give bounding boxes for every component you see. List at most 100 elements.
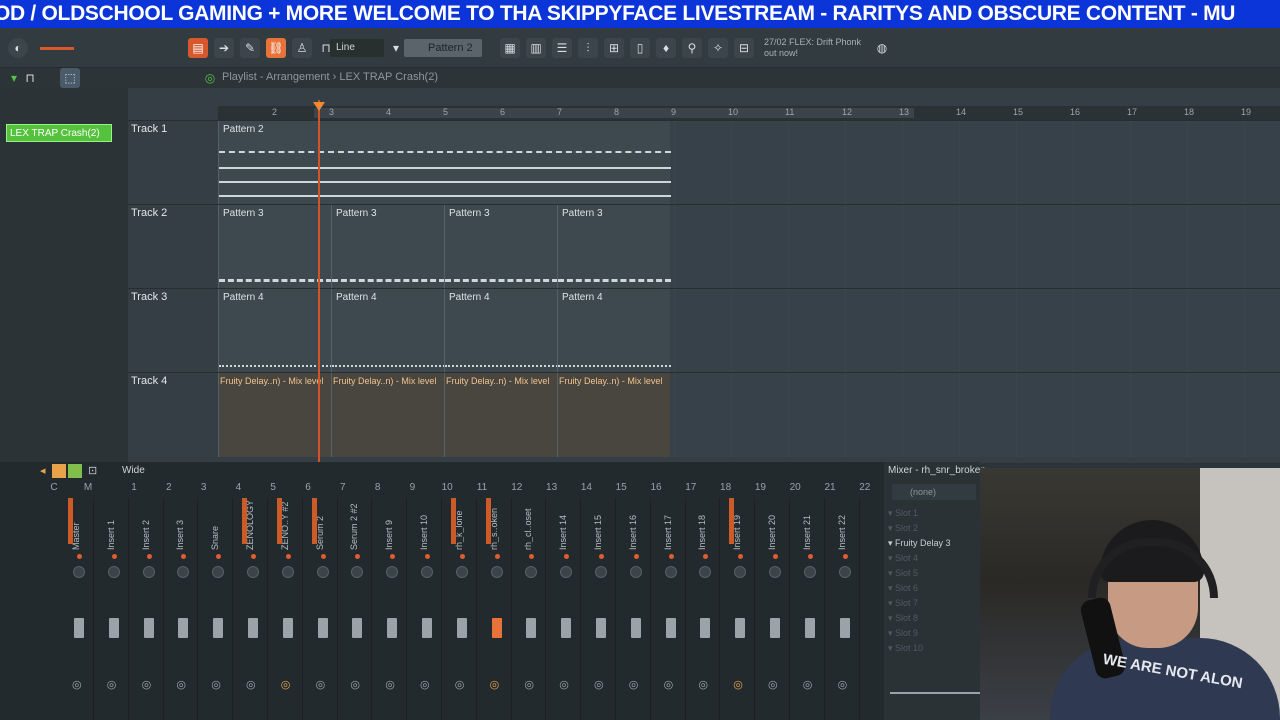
- mixer-channel[interactable]: Insert 16 ◎: [621, 498, 651, 720]
- mixer-channel[interactable]: Insert 21 ◎: [795, 498, 825, 720]
- effect-slot[interactable]: ▾ Fruity Delay 3: [888, 538, 951, 549]
- volume-fader[interactable]: [596, 618, 606, 638]
- effect-slot[interactable]: ▾ Slot 6: [888, 583, 918, 594]
- insert-number[interactable]: 4: [228, 482, 248, 493]
- volume-fader[interactable]: [317, 618, 328, 638]
- mute-led-icon[interactable]: [355, 554, 361, 559]
- master-volume-knob-icon[interactable]: ◐: [8, 38, 28, 58]
- insert-number[interactable]: 21: [820, 482, 840, 493]
- volume-fader[interactable]: [630, 618, 641, 638]
- pattern-clip[interactable]: Pattern 3: [331, 205, 445, 289]
- volume-fader[interactable]: [839, 618, 850, 638]
- pan-knob[interactable]: [281, 566, 294, 578]
- master-pitch-slider[interactable]: [40, 47, 74, 50]
- chevron-down-icon[interactable]: ▾: [386, 38, 406, 58]
- volume-fader[interactable]: [456, 618, 467, 638]
- mute-led-icon[interactable]: [564, 554, 570, 559]
- insert-number[interactable]: 1: [124, 482, 144, 493]
- effect-slot[interactable]: ▾ Slot 5: [888, 568, 918, 579]
- pattern-clip[interactable]: Pattern 4: [557, 289, 671, 373]
- route-icon[interactable]: ◎: [664, 678, 674, 691]
- pan-knob[interactable]: [595, 566, 607, 578]
- mute-led-icon[interactable]: [320, 554, 326, 559]
- pattern-clip[interactable]: Pattern 2: [218, 121, 671, 205]
- mixer-channel[interactable]: Insert 22 ◎: [830, 498, 860, 720]
- mute-led-icon[interactable]: [738, 554, 744, 559]
- route-icon[interactable]: ◎: [594, 678, 604, 691]
- insert-number[interactable]: 10: [437, 482, 457, 493]
- effect-slot[interactable]: ▾ Slot 10: [888, 643, 923, 654]
- mixer-output-slider[interactable]: [890, 692, 980, 694]
- mute-led-icon[interactable]: [529, 554, 535, 559]
- route-icon[interactable]: ◎: [107, 678, 117, 691]
- insert-number[interactable]: 20: [785, 482, 805, 493]
- pan-knob[interactable]: [525, 566, 538, 578]
- route-icon[interactable]: ◎: [698, 678, 708, 691]
- browser-icon[interactable]: ▯: [630, 38, 650, 58]
- insert-number[interactable]: 9: [402, 482, 422, 493]
- effect-slot[interactable]: ▾ Slot 2: [888, 523, 918, 534]
- snap-icon[interactable]: [68, 464, 82, 478]
- mixer-icon[interactable]: ⫶: [578, 38, 598, 58]
- pan-knob[interactable]: [803, 566, 816, 578]
- playlist-icon[interactable]: ▦: [500, 38, 520, 58]
- insert-number[interactable]: 11: [472, 482, 492, 493]
- route-icon[interactable]: ◎: [455, 678, 465, 691]
- playlist-title[interactable]: Playlist - Arrangement › LEX TRAP Crash(…: [222, 71, 438, 83]
- volume-fader[interactable]: [108, 618, 119, 638]
- pattern-clip[interactable]: Pattern 4: [331, 289, 445, 373]
- pattern-clip[interactable]: Pattern 4: [444, 289, 558, 373]
- effect-slot[interactable]: ▾ Slot 4: [888, 553, 918, 564]
- volume-fader[interactable]: [665, 618, 676, 638]
- insert-number[interactable]: C: [44, 482, 64, 493]
- route-icon[interactable]: ◎: [142, 678, 152, 691]
- route-icon[interactable]: ◎: [803, 678, 813, 691]
- mixer-channel[interactable]: rh_cl..oset ◎: [516, 498, 547, 720]
- timeline-ruler[interactable]: 2 3 4 5 6 7 8 9 10 11 12 13 14 15 16 17 18 19: [218, 106, 1280, 120]
- route-icon[interactable]: ◎: [176, 678, 186, 691]
- pattern-clip[interactable]: Pattern 3: [218, 205, 332, 289]
- mute-led-icon[interactable]: [111, 554, 117, 559]
- mixer-view-icon[interactable]: ⊡: [88, 464, 97, 477]
- globe-icon[interactable]: ◍: [872, 38, 892, 58]
- pan-knob[interactable]: [699, 566, 712, 578]
- insert-number[interactable]: 18: [716, 482, 736, 493]
- route-icon[interactable]: ◎: [211, 678, 221, 691]
- record-icon[interactable]: ◎: [200, 68, 220, 88]
- pan-knob[interactable]: [734, 566, 747, 578]
- mixer-channel[interactable]: Insert 15 ◎: [586, 498, 616, 720]
- mute-led-icon[interactable]: [251, 554, 256, 559]
- volume-fader[interactable]: [491, 618, 502, 638]
- volume-fader[interactable]: [770, 618, 780, 638]
- mute-led-icon[interactable]: [425, 554, 430, 559]
- track-name[interactable]: Track 3: [131, 291, 167, 303]
- pattern-selector[interactable]: Pattern 2: [404, 39, 482, 57]
- stamp-icon[interactable]: ♙: [292, 38, 312, 58]
- automation-clip[interactable]: Fruity Delay..n) - Mix level: [444, 373, 557, 457]
- route-icon[interactable]: ◎: [768, 678, 778, 691]
- insert-number[interactable]: 22: [855, 482, 875, 493]
- effect-slot[interactable]: ▾ Slot 7: [888, 598, 918, 609]
- mute-led-icon[interactable]: [390, 554, 396, 559]
- mixer-channel[interactable]: Insert 14 ◎: [551, 498, 582, 720]
- route-icon[interactable]: ◎: [629, 678, 639, 691]
- track-name[interactable]: Track 1: [131, 123, 167, 135]
- route-icon[interactable]: ◎: [246, 678, 256, 691]
- route-icon[interactable]: ◎: [559, 678, 569, 691]
- selected-clip[interactable]: LEX TRAP Crash(2): [6, 124, 112, 142]
- mute-led-icon[interactable]: [703, 554, 709, 559]
- mute-led-icon[interactable]: [181, 554, 187, 559]
- mute-led-icon[interactable]: [146, 554, 152, 559]
- mixer-channel[interactable]: ZENOLOGY ◎: [238, 498, 268, 720]
- pattern-clip[interactable]: Pattern 3: [444, 205, 558, 289]
- mixer-channel[interactable]: Insert 9 ◎: [377, 498, 408, 720]
- track-name[interactable]: Track 4: [131, 375, 167, 387]
- pan-knob[interactable]: [107, 566, 120, 578]
- pan-knob[interactable]: [142, 566, 155, 578]
- plugin-picker-icon[interactable]: ♦: [656, 38, 676, 58]
- volume-fader[interactable]: [178, 618, 189, 638]
- pan-knob[interactable]: [455, 566, 468, 578]
- insert-number[interactable]: 7: [333, 482, 353, 493]
- effect-slot[interactable]: ▾ Slot 9: [888, 628, 918, 639]
- volume-fader[interactable]: [700, 618, 711, 638]
